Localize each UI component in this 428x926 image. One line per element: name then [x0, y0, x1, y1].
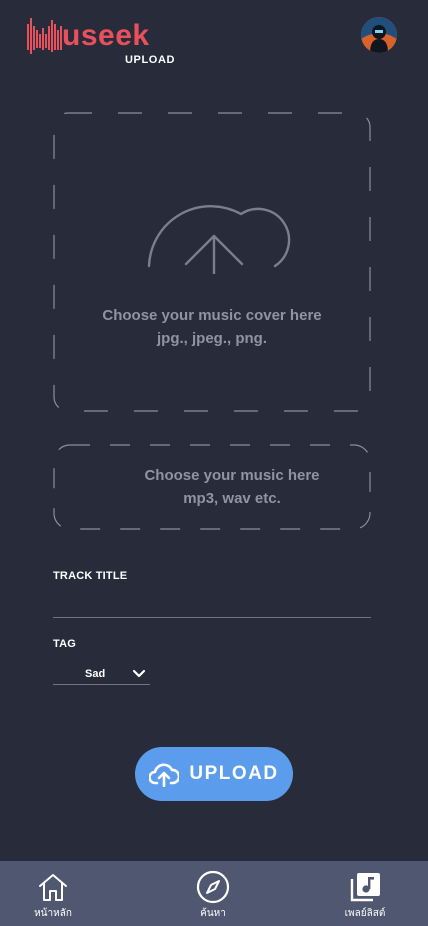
track-title-label: TRACK TITLE	[53, 570, 128, 582]
music-upload-dropzone[interactable]: Choose your music here mp3, wav etc.	[53, 444, 371, 530]
cover-upload-formats: jpg., jpeg., png.	[157, 330, 267, 347]
tag-label: TAG	[53, 638, 77, 650]
app-logo[interactable]: useek	[26, 14, 150, 58]
tag-select[interactable]: Sad	[53, 664, 150, 685]
avatar-image	[361, 17, 397, 53]
nav-item-playlist[interactable]: เพลย์ลิสต์	[336, 861, 394, 926]
nav-label-home: หน้าหลัก	[34, 908, 72, 919]
cover-upload-dropzone[interactable]: Choose your music cover here jpg., jpeg.…	[53, 112, 371, 412]
compass-icon	[196, 870, 230, 904]
music-upload-formats: mp3, wav etc.	[183, 490, 281, 507]
music-upload-hint: Choose your music here mp3, wav etc.	[93, 464, 371, 510]
upload-button[interactable]: UPLOAD	[135, 747, 293, 801]
music-upload-title: Choose your music here	[144, 467, 320, 484]
bottom-nav: หน้าหลัก ค้นหา เพลย์ลิสต์	[0, 861, 428, 926]
nav-label-search: ค้นหา	[200, 908, 226, 919]
tag-selected-value: Sad	[85, 668, 106, 680]
logo-text: useek	[62, 19, 150, 52]
logo-waveform-icon	[27, 18, 62, 54]
track-title-input[interactable]	[53, 590, 371, 618]
nav-item-search[interactable]: ค้นหา	[184, 861, 242, 926]
music-library-icon	[350, 873, 380, 902]
cover-upload-hint: Choose your music cover here jpg., jpeg.…	[53, 304, 371, 350]
chevron-down-icon	[132, 669, 146, 678]
cover-upload-title: Choose your music cover here	[102, 307, 322, 324]
user-avatar[interactable]	[361, 17, 397, 53]
nav-label-playlist: เพลย์ลิสต์	[344, 908, 386, 919]
nav-item-home[interactable]: หน้าหลัก	[24, 861, 82, 926]
cloud-upload-icon	[147, 205, 291, 274]
home-icon	[39, 874, 67, 901]
cloud-upload-icon	[149, 763, 180, 787]
upload-button-label: UPLOAD	[189, 763, 279, 784]
page-title: UPLOAD	[125, 54, 176, 66]
